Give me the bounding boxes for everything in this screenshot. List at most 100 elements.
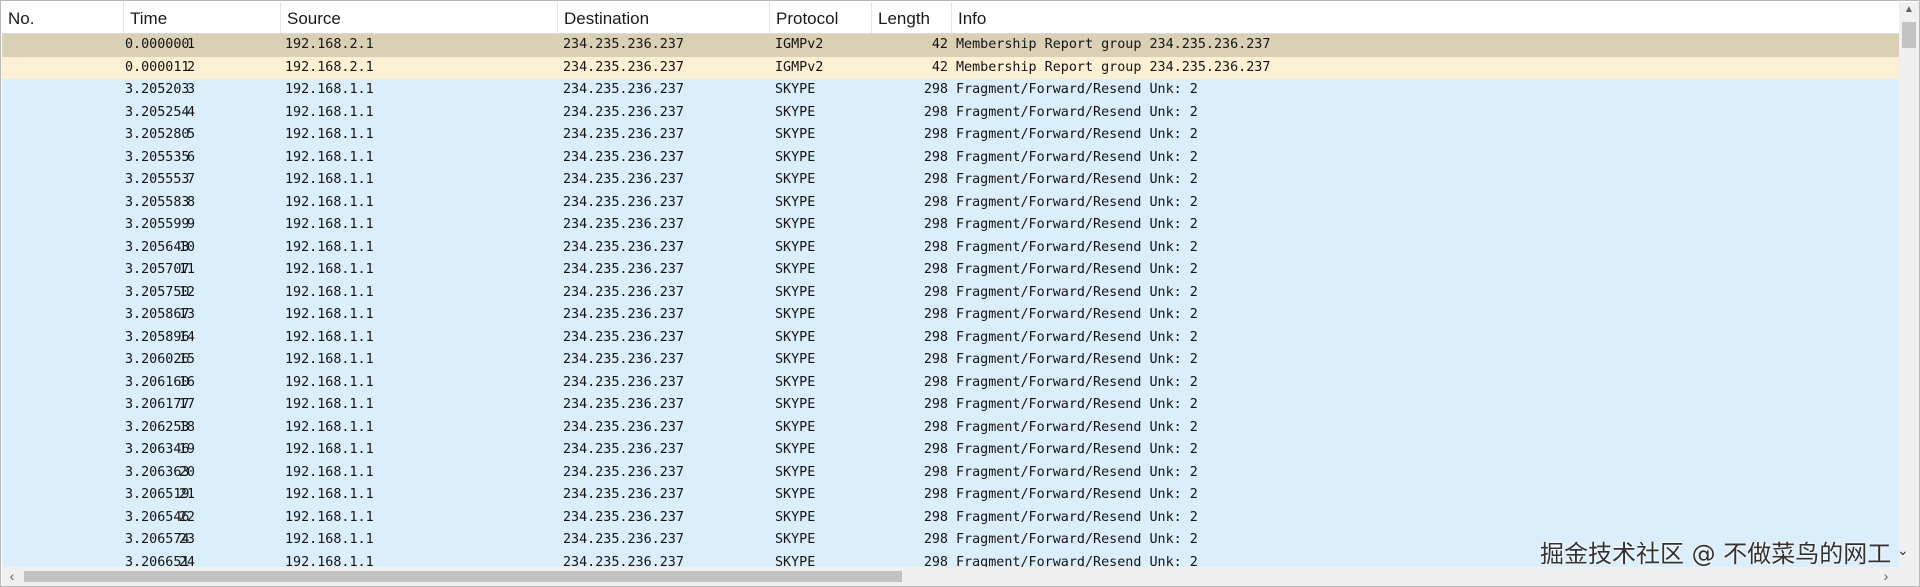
packet-time: 3.205643 [125,239,190,255]
packet-time: 3.206253 [125,419,190,435]
packet-row[interactable]: 13 3.205867 192.168.1.1 234.235.236.237 SKYP… [2,304,1899,327]
packet-destination: 234.235.236.237 [563,532,684,547]
packet-source: 192.168.1.1 [285,217,374,232]
packet-row[interactable]: 7 3.205553 192.168.1.1 234.235.236.237 SKYPE… [2,169,1899,192]
packet-row[interactable]: 15 3.206026 192.168.1.1 234.235.236.237 SKYP… [2,349,1899,372]
packet-row[interactable]: 5 3.205280 192.168.1.1 234.235.236.237 SKYPE… [2,124,1899,147]
vertical-scrollbar[interactable]: ▲ [1899,2,1919,567]
packet-destination: 234.235.236.237 [563,464,684,480]
packet-time: 3.205896 [125,329,190,345]
packet-time: 3.206546 [125,509,190,525]
packet-row[interactable]: 1 0.000000 192.168.2.1 234.235.236.237 IGMPv… [2,34,1899,57]
packet-destination: 234.235.236.237 [563,487,684,502]
packet-info: Fragment/Forward/Resend Unk: 2 [956,374,1198,390]
packet-source: 192.168.1.1 [285,532,374,547]
packet-time: 0.000011 [125,59,190,75]
packet-row[interactable]: 3 3.205203 192.168.1.1 234.235.236.237 SKYPE… [2,79,1899,102]
packet-protocol: SKYPE [775,509,816,525]
packet-destination: 234.235.236.237 [563,239,684,255]
packet-protocol: SKYPE [775,352,816,367]
packet-source: 192.168.1.1 [285,329,374,345]
packet-row[interactable]: 9 3.205599 192.168.1.1 234.235.236.237 SKYPE… [2,214,1899,237]
column-header-no[interactable]: No. [2,2,124,33]
packet-row[interactable]: 4 3.205254 192.168.1.1 234.235.236.237 SKYPE… [2,101,1899,124]
packet-protocol: SKYPE [775,374,816,390]
packet-source: 192.168.1.1 [285,127,374,142]
scroll-left-icon[interactable]: ‹ [6,567,18,586]
packet-info: Fragment/Forward/Resend Unk: 2 [956,127,1198,142]
packet-info: Membership Report group 234.235.236.237 [956,37,1271,52]
packet-source: 192.168.1.1 [285,554,374,568]
packet-time: 3.205599 [125,217,190,232]
packet-info: Fragment/Forward/Resend Unk: 2 [956,509,1198,525]
packet-destination: 234.235.236.237 [563,352,684,367]
packet-row[interactable]: 21 3.206519 192.168.1.1 234.235.236.237 SKYP… [2,484,1899,507]
packet-row[interactable]: 2 0.000011 192.168.2.1 234.235.236.237 IGMPv… [2,56,1899,79]
column-header-protocol[interactable]: Protocol [770,2,872,33]
packet-row[interactable]: 22 3.206546 192.168.1.1 234.235.236.237 SKYP… [2,506,1899,529]
packet-row[interactable]: 16 3.206160 192.168.1.1 234.235.236.237 SKYP… [2,371,1899,394]
packet-destination: 234.235.236.237 [563,554,684,568]
packet-length: 298 [923,239,948,255]
packet-source: 192.168.1.1 [285,194,374,210]
packet-time: 3.205535 [125,149,190,165]
packet-info: Fragment/Forward/Resend Unk: 2 [956,104,1198,120]
packet-time: 3.206160 [125,374,190,390]
packet-time: 3.206026 [125,352,190,367]
column-header-source[interactable]: Source [281,2,558,33]
packet-row[interactable]: 17 3.206177 192.168.1.1 234.235.236.237 SKYP… [2,394,1899,417]
vertical-scrollbar-thumb[interactable] [1902,22,1916,48]
packet-info: Fragment/Forward/Resend Unk: 2 [956,172,1198,187]
packet-length: 298 [923,149,948,165]
column-header-length[interactable]: Length [872,2,952,33]
packet-row[interactable]: 19 3.206346 192.168.1.1 234.235.236.237 SKYP… [2,439,1899,462]
packet-protocol: SKYPE [775,217,816,232]
packet-time: 3.206519 [125,487,190,502]
packet-destination: 234.235.236.237 [563,509,684,525]
packet-protocol: IGMPv2 [775,37,824,52]
packet-info: Fragment/Forward/Resend Unk: 2 [956,419,1198,435]
packet-destination: 234.235.236.237 [563,217,684,232]
packet-row[interactable]: 20 3.206363 192.168.1.1 234.235.236.237 SKYP… [2,461,1899,484]
chevron-down-icon: ⌄ [1897,542,1909,558]
packet-info: Fragment/Forward/Resend Unk: 2 [956,239,1198,255]
horizontal-scrollbar-thumb[interactable] [24,571,902,582]
column-header-time[interactable]: Time [124,2,281,33]
column-header-destination[interactable]: Destination [558,2,770,33]
packet-destination: 234.235.236.237 [563,442,684,457]
packet-time: 3.205867 [125,307,190,322]
packet-info: Fragment/Forward/Resend Unk: 2 [956,442,1198,457]
packet-time: 3.206363 [125,464,190,480]
packet-protocol: SKYPE [775,262,816,277]
packet-source: 192.168.1.1 [285,487,374,502]
packet-row[interactable]: 11 3.205707 192.168.1.1 234.235.236.237 SKYP… [2,259,1899,282]
packet-row[interactable]: 8 3.205583 192.168.1.1 234.235.236.237 SKYPE… [2,191,1899,214]
scroll-up-icon[interactable]: ▲ [1899,2,1919,18]
packet-row[interactable]: 12 3.205750 192.168.1.1 234.235.236.237 SKYP… [2,281,1899,304]
packet-row[interactable]: 6 3.205535 192.168.1.1 234.235.236.237 SKYPE… [2,146,1899,169]
packet-row[interactable]: 18 3.206253 192.168.1.1 234.235.236.237 SKYP… [2,416,1899,439]
packet-length: 298 [923,352,948,367]
packet-destination: 234.235.236.237 [563,374,684,390]
column-header: No. Time Source Destination Protocol Len… [2,2,1899,34]
packet-time: 3.205203 [125,82,190,97]
packet-length: 298 [923,509,948,525]
packet-length: 298 [923,194,948,210]
packet-destination: 234.235.236.237 [563,284,684,300]
packet-time: 3.206177 [125,397,190,412]
packet-protocol: SKYPE [775,104,816,120]
packet-protocol: SKYPE [775,554,816,568]
packet-length: 298 [923,172,948,187]
packet-source: 192.168.1.1 [285,464,374,480]
packet-protocol: SKYPE [775,307,816,322]
column-header-info[interactable]: Info [952,2,1899,33]
packet-length: 298 [923,464,948,480]
packet-row[interactable]: 10 3.205643 192.168.1.1 234.235.236.237 SKYP… [2,236,1899,259]
packet-length: 298 [923,329,948,345]
packet-info: Fragment/Forward/Resend Unk: 2 [956,329,1198,345]
packet-source: 192.168.1.1 [285,149,374,165]
packet-row[interactable]: 14 3.205896 192.168.1.1 234.235.236.237 SKYP… [2,326,1899,349]
packet-length: 298 [923,307,948,322]
packet-length: 298 [923,82,948,97]
packet-destination: 234.235.236.237 [563,59,684,75]
